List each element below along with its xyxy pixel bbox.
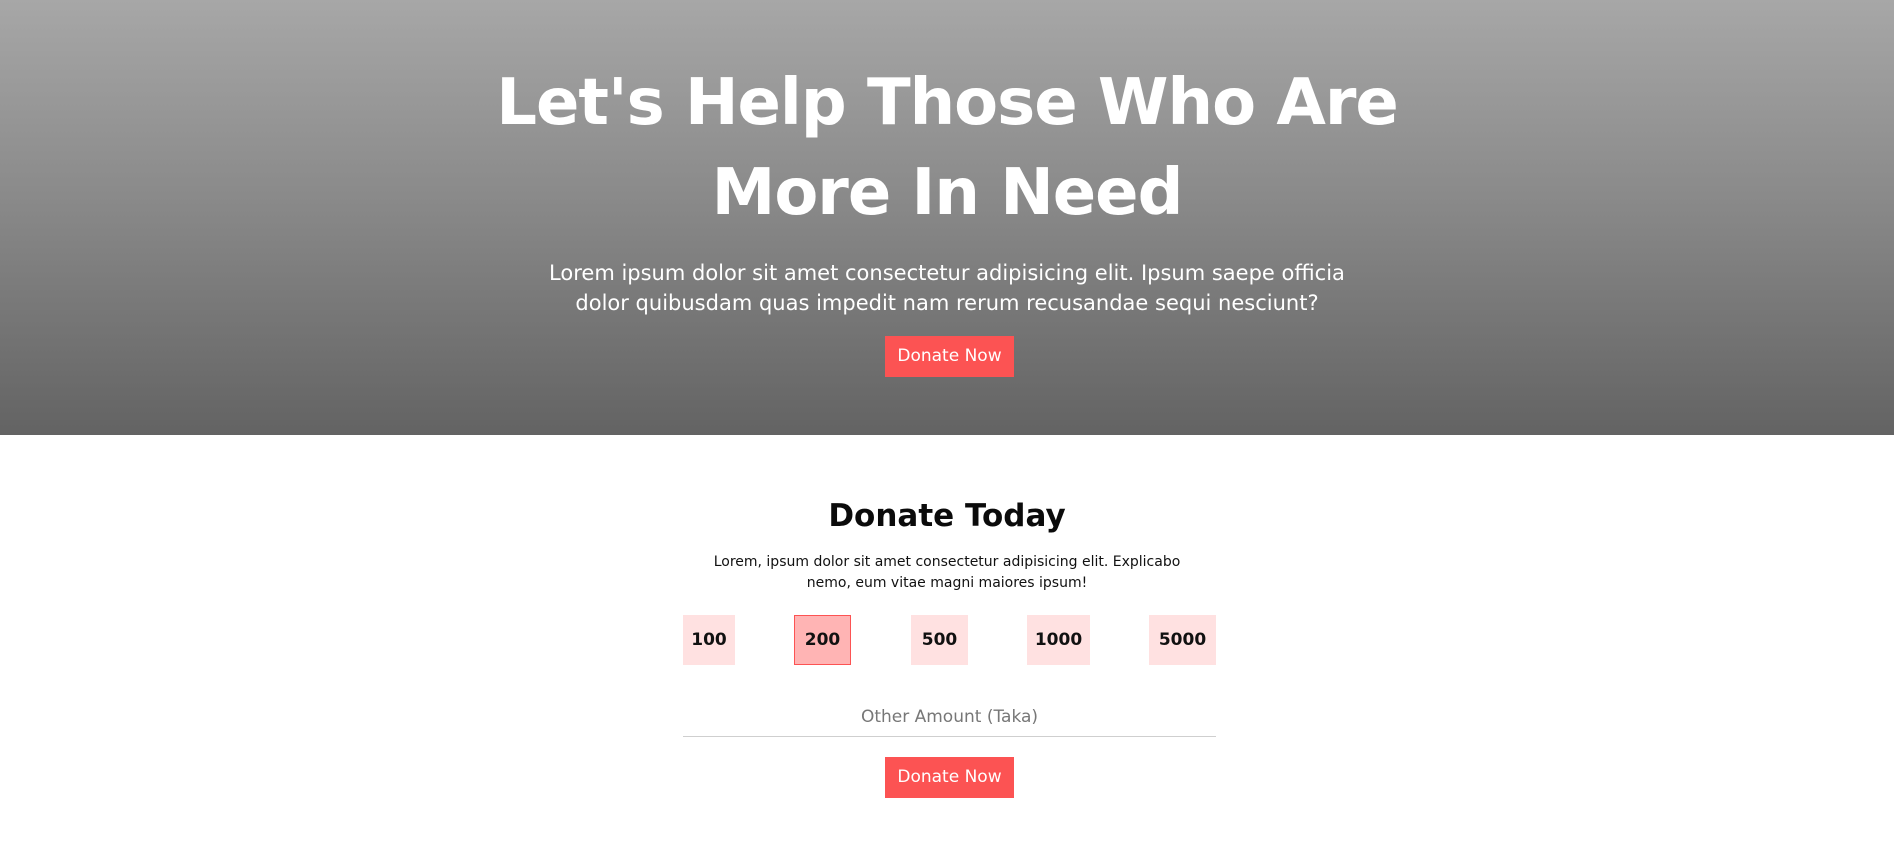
amount-option-500[interactable]: 500 <box>911 615 968 665</box>
hero-donate-button[interactable]: Donate Now <box>885 336 1014 377</box>
hero-title: Let's Help Those Who Are More In Need <box>0 58 1894 238</box>
donate-title: Donate Today <box>828 498 1066 534</box>
hero-title-line2: More In Need <box>711 156 1184 230</box>
amount-option-1000[interactable]: 1000 <box>1027 615 1090 665</box>
hero-title-line1: Let's Help Those Who Are <box>496 66 1399 140</box>
other-amount-input[interactable] <box>683 697 1216 737</box>
amount-option-5000[interactable]: 5000 <box>1149 615 1216 665</box>
amount-option-100[interactable]: 100 <box>683 615 735 665</box>
donate-subtitle: Lorem, ipsum dolor sit amet consectetur … <box>713 554 1181 591</box>
hero-section: Let's Help Those Who Are More In Need Lo… <box>0 0 1894 435</box>
hero-subtitle: Lorem ipsum dolor sit amet consectetur a… <box>549 261 1345 315</box>
donate-submit-button[interactable]: Donate Now <box>885 757 1014 798</box>
amount-option-200[interactable]: 200 <box>794 615 851 665</box>
